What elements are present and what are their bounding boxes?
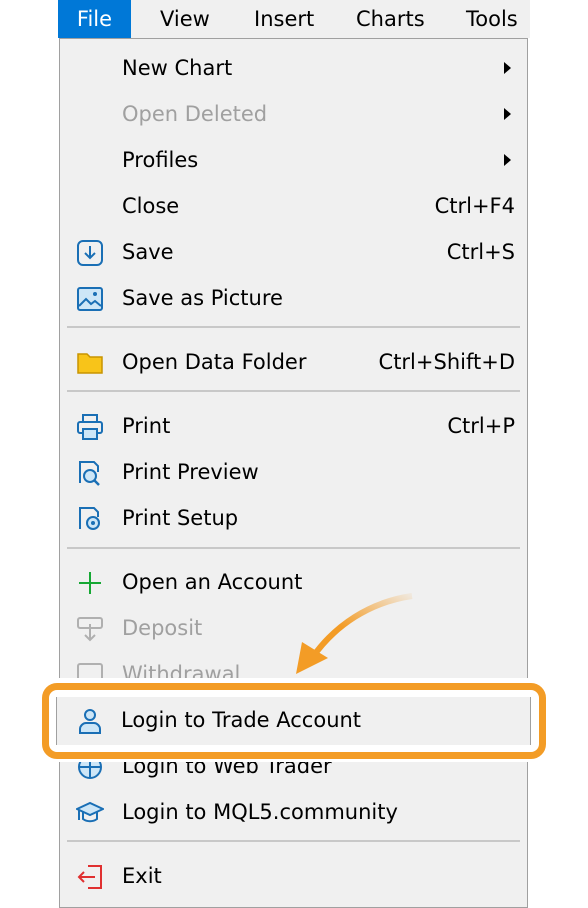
- separator: [67, 390, 520, 392]
- print-preview-icon: [79, 461, 100, 486]
- separator: [67, 547, 520, 549]
- submenu-arrow-icon: [504, 62, 511, 74]
- menu-item-close[interactable]: Close Ctrl+F4: [60, 183, 527, 229]
- folder-icon: [77, 353, 103, 374]
- menu-item-new-chart[interactable]: New Chart: [60, 45, 527, 91]
- print-setup-icon: [79, 507, 100, 530]
- menu-item-print-preview[interactable]: Print Preview: [60, 449, 527, 495]
- item-label: Login to MQL5.community: [122, 800, 398, 824]
- menu-insert[interactable]: Insert: [254, 0, 314, 38]
- item-label: Save as Picture: [122, 286, 283, 310]
- menu-item-print-setup[interactable]: Print Setup: [60, 495, 527, 541]
- menu-item-profiles[interactable]: Profiles: [60, 137, 527, 183]
- menu-charts[interactable]: Charts: [356, 0, 425, 38]
- menu-bar: File View Insert Charts Tools: [58, 0, 530, 38]
- menu-file[interactable]: File: [58, 0, 131, 38]
- item-label: Exit: [122, 864, 162, 888]
- submenu-arrow-icon: [504, 154, 511, 166]
- item-label: New Chart: [122, 56, 233, 80]
- shortcut: Ctrl+P: [447, 414, 515, 438]
- menu-item-exit[interactable]: Exit: [60, 853, 527, 899]
- menu-item-open-data-folder[interactable]: Open Data Folder Ctrl+Shift+D: [60, 339, 527, 385]
- menu-item-print[interactable]: Print Ctrl+P: [60, 403, 527, 449]
- menu-item-save[interactable]: Save Ctrl+S: [60, 229, 527, 275]
- plus-icon: [79, 572, 101, 594]
- menu-view[interactable]: View: [160, 0, 210, 38]
- shortcut: Ctrl+Shift+D: [378, 350, 515, 374]
- highlight-frame: [42, 683, 546, 759]
- separator: [67, 326, 520, 328]
- item-label: Open an Account: [122, 570, 303, 594]
- menu-tools[interactable]: Tools: [466, 0, 518, 38]
- item-label: Open Deleted: [122, 102, 268, 126]
- separator: [67, 840, 520, 842]
- pointer-arrow-icon: [296, 593, 413, 674]
- item-label: Deposit: [122, 616, 203, 640]
- item-label: Close: [122, 194, 180, 218]
- file-menu-dropdown: New Chart Open Deleted Profiles Close Ctr…: [59, 38, 528, 908]
- item-label: Print Setup: [122, 506, 239, 530]
- item-label: Save: [122, 240, 174, 264]
- picture-icon: [77, 287, 103, 311]
- graduation-cap-icon: [76, 801, 104, 823]
- menu-item-save-as-picture[interactable]: Save as Picture: [60, 275, 527, 321]
- deposit-icon: [77, 617, 103, 642]
- item-label: Print: [122, 414, 171, 438]
- menu-item-login-mql5[interactable]: Login to MQL5.community: [60, 789, 527, 835]
- shortcut: Ctrl+F4: [434, 194, 515, 218]
- item-label: Print Preview: [122, 460, 259, 484]
- item-label: Open Data Folder: [122, 350, 307, 374]
- exit-icon: [77, 865, 102, 889]
- printer-icon: [77, 414, 103, 440]
- item-label: Profiles: [122, 148, 199, 172]
- menu-item-open-deleted[interactable]: Open Deleted: [60, 91, 527, 137]
- shortcut: Ctrl+S: [446, 240, 515, 264]
- save-icon: [77, 240, 103, 266]
- submenu-arrow-icon: [504, 108, 511, 120]
